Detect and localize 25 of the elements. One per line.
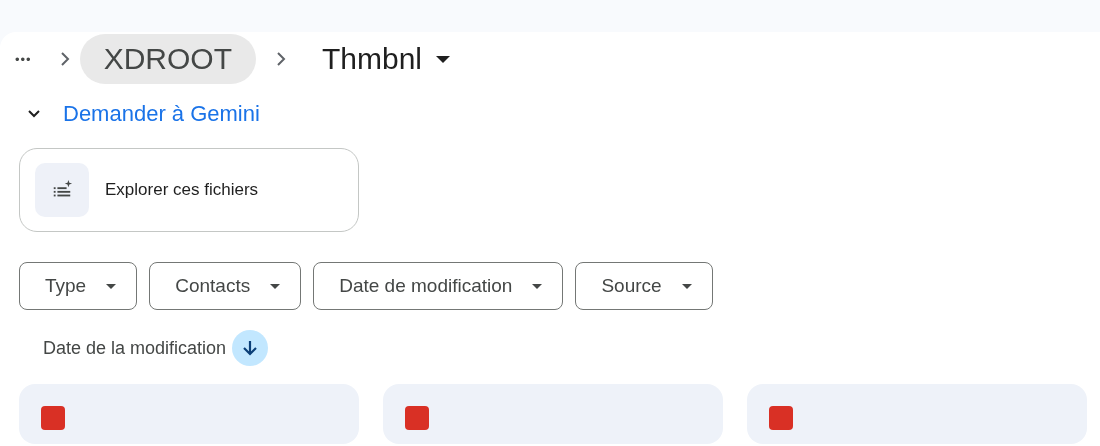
caret-icon: [532, 283, 543, 289]
filter-chip[interactable]: Date de modification: [313, 262, 564, 310]
filter-chip[interactable]: Type: [19, 262, 138, 310]
file-icon: [41, 406, 65, 430]
file-icon: [405, 406, 429, 430]
filter-chip[interactable]: Contacts: [149, 262, 302, 310]
explore-files-button[interactable]: Explorer ces fichiers: [19, 148, 359, 232]
caret-icon: [681, 283, 692, 289]
chevron-right-icon: [276, 51, 286, 67]
chevron-right-icon: [59, 51, 70, 67]
breadcrumb-item[interactable]: Thmbnl: [296, 34, 475, 84]
file-card[interactable]: [747, 384, 1087, 444]
gemini-title[interactable]: Demander à Gemini: [63, 101, 260, 127]
caret-icon: [436, 55, 451, 63]
file-card[interactable]: [19, 384, 359, 444]
file-card[interactable]: [383, 384, 723, 444]
filter-chip[interactable]: Source: [575, 262, 713, 310]
file-icon: [769, 406, 793, 430]
caret-icon: [270, 283, 281, 289]
caret-icon: [106, 283, 117, 289]
list-sparkle-icon: [35, 163, 89, 217]
sort-label[interactable]: Date de la modification: [43, 337, 227, 359]
arrow-down-icon[interactable]: [232, 330, 269, 366]
breadcrumb-item[interactable]: XDROOT: [79, 34, 256, 84]
more-button[interactable]: •••: [15, 51, 40, 67]
